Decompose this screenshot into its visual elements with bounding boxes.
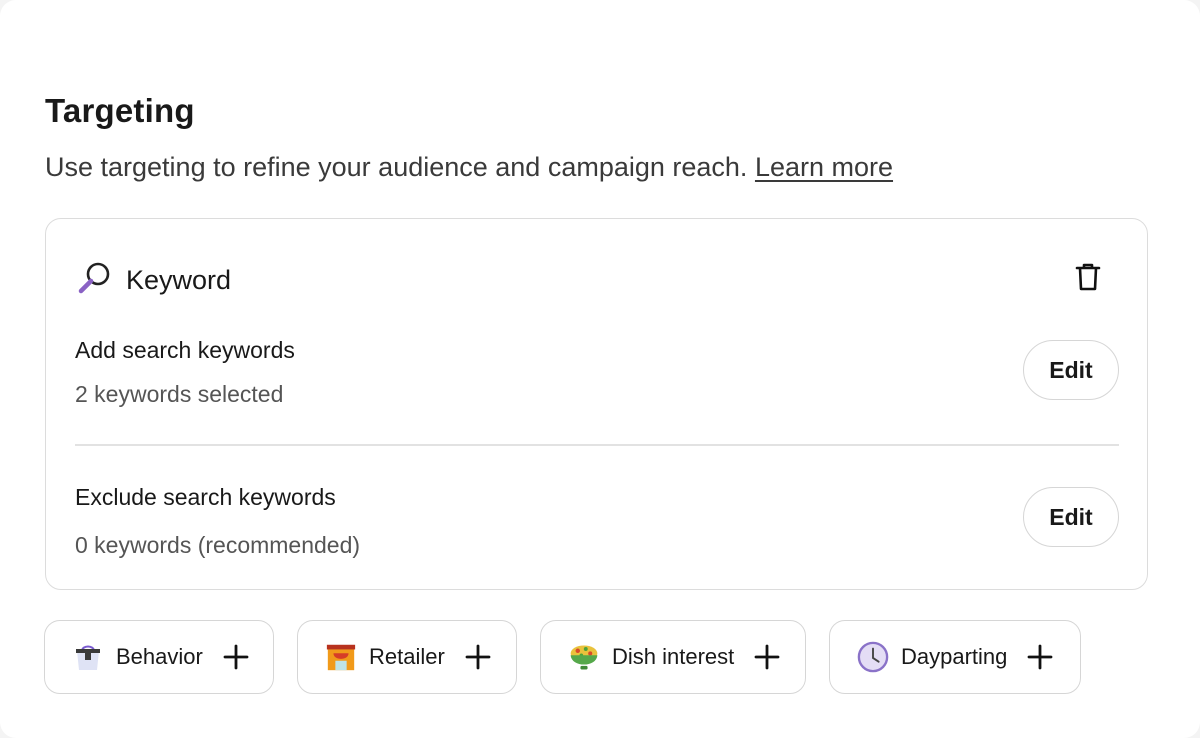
targeting-panel: Targeting Use targeting to refine your a… <box>0 0 1200 738</box>
subtitle-text: Use targeting to refine your audience an… <box>45 152 748 182</box>
food-bowl-icon <box>568 641 600 673</box>
exclude-keywords-title: Exclude search keywords <box>75 484 336 510</box>
chip-dish-interest[interactable]: Dish interest <box>540 620 806 694</box>
add-keywords-status: 2 keywords selected <box>75 381 284 407</box>
card-divider <box>75 444 1119 446</box>
trash-icon[interactable] <box>1073 261 1103 293</box>
chip-behavior[interactable]: Behavior <box>44 620 274 694</box>
chip-retailer[interactable]: Retailer <box>297 620 517 694</box>
plus-icon <box>752 642 782 672</box>
magnifier-icon <box>76 259 114 302</box>
plus-icon <box>1025 642 1055 672</box>
edit-exclude-keywords-button[interactable]: Edit <box>1023 487 1119 547</box>
keyword-card-title: Keyword <box>126 265 232 295</box>
keyword-card: Keyword Add search keywords 2 keywords s… <box>45 218 1148 590</box>
storefront-icon <box>325 641 357 673</box>
plus-icon <box>221 642 251 672</box>
page-title: Targeting <box>45 92 195 129</box>
chip-dayparting-label: Dayparting <box>901 644 1008 669</box>
add-keywords-title: Add search keywords <box>75 337 295 363</box>
edit-add-keywords-button[interactable]: Edit <box>1023 340 1119 400</box>
clock-icon <box>857 641 889 673</box>
chip-retailer-label: Retailer <box>369 644 445 669</box>
chip-behavior-label: Behavior <box>116 644 203 669</box>
keyword-card-header: Keyword <box>76 259 231 302</box>
chip-dayparting[interactable]: Dayparting <box>829 620 1081 694</box>
plus-icon <box>463 642 493 672</box>
shopping-bag-icon <box>72 641 104 673</box>
chip-dish-interest-label: Dish interest <box>612 644 735 669</box>
exclude-keywords-status: 0 keywords (recommended) <box>75 532 361 558</box>
learn-more-link[interactable]: Learn more <box>755 152 893 182</box>
page-subtitle: Use targeting to refine your audience an… <box>45 152 893 183</box>
